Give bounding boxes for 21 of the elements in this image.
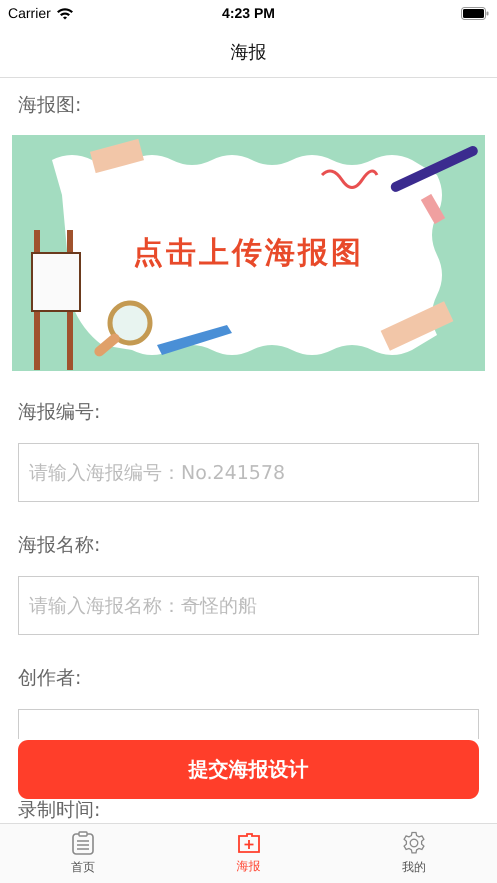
input-field[interactable]: 请输入海报编号：No.241578 <box>18 443 479 502</box>
status-time: 4:23 PM <box>222 5 275 21</box>
clipboard-icon <box>72 831 94 855</box>
banner-text[interactable]: 点击上传海报图 <box>133 232 364 274</box>
input-field[interactable] <box>18 709 479 739</box>
tab-item[interactable]: 我的 <box>331 824 497 883</box>
carrier-text: Carrier <box>8 5 51 21</box>
add-folder-icon <box>236 832 260 854</box>
tab-item[interactable]: 首页 <box>0 824 166 883</box>
wifi-icon <box>56 6 74 20</box>
input-field[interactable]: 请输入海报名称：奇怪的船 <box>18 576 479 635</box>
field-label: 录制时间: <box>18 798 102 821</box>
settings-icon <box>402 831 426 855</box>
field-label: 创作者: <box>18 666 82 691</box>
field-label: 海报图: <box>18 93 82 118</box>
submit-button[interactable]: 提交海报设计 <box>18 740 479 799</box>
battery-icon <box>461 6 489 20</box>
field-label: 海报名称: <box>18 533 102 558</box>
field-label: 海报编号: <box>18 400 102 425</box>
tab-item[interactable]: 海报 <box>166 824 332 883</box>
nav-title: 海报 <box>230 40 266 64</box>
